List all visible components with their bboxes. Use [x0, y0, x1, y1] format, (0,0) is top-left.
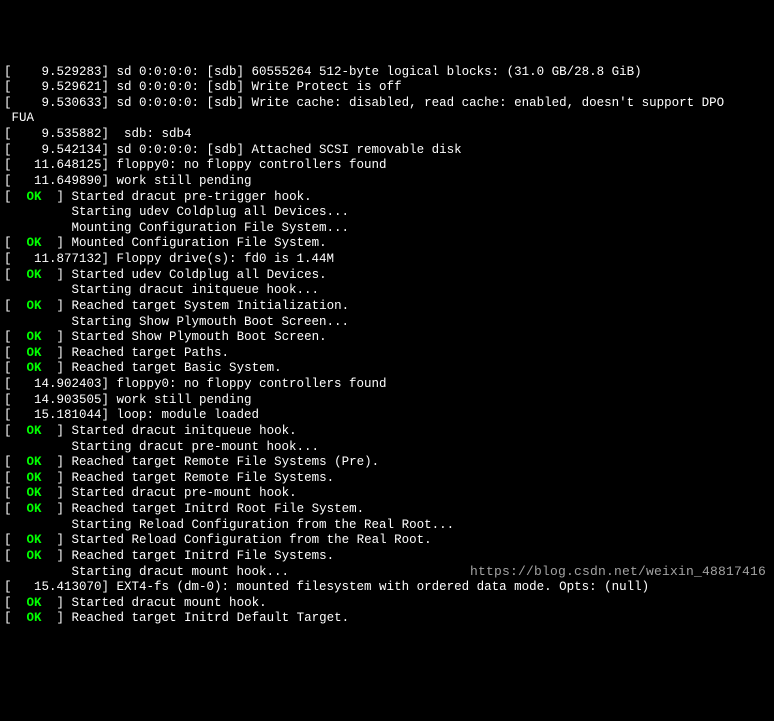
log-line: [ OK ] Started Reload Configuration from… — [4, 533, 770, 549]
log-line: [ OK ] Started dracut mount hook. — [4, 596, 770, 612]
ok-status: OK — [27, 361, 42, 375]
ok-status: OK — [27, 549, 42, 563]
log-line: [ 11.877132] Floppy drive(s): fd0 is 1.4… — [4, 252, 770, 268]
log-line: [ OK ] Started dracut initqueue hook. — [4, 424, 770, 440]
log-line: [ 9.542134] sd 0:0:0:0: [sdb] Attached S… — [4, 143, 770, 159]
log-line: Starting dracut pre-mount hook... — [4, 440, 770, 456]
log-line: [ OK ] Reached target Initrd Default Tar… — [4, 611, 770, 627]
log-line: [ OK ] Started dracut pre-trigger hook. — [4, 190, 770, 206]
log-line: [ OK ] Reached target Basic System. — [4, 361, 770, 377]
log-line: [ OK ] Mounted Configuration File System… — [4, 236, 770, 252]
ok-status: OK — [27, 502, 42, 516]
watermark-text: https://blog.csdn.net/weixin_48817416 — [470, 564, 766, 580]
ok-status: OK — [27, 268, 42, 282]
ok-status: OK — [27, 424, 42, 438]
ok-status: OK — [27, 330, 42, 344]
ok-status: OK — [27, 596, 42, 610]
boot-log-terminal: [ 9.529283] sd 0:0:0:0: [sdb] 60555264 5… — [4, 65, 770, 628]
log-line: [ 15.181044] loop: module loaded — [4, 408, 770, 424]
log-line: [ 14.903505] work still pending — [4, 393, 770, 409]
log-line: [ OK ] Started dracut pre-mount hook. — [4, 486, 770, 502]
ok-status: OK — [27, 346, 42, 360]
log-line: [ 14.902403] floppy0: no floppy controll… — [4, 377, 770, 393]
log-line: [ 9.529621] sd 0:0:0:0: [sdb] Write Prot… — [4, 80, 770, 96]
log-line: [ OK ] Reached target Initrd File System… — [4, 549, 770, 565]
log-line: [ OK ] Reached target Remote File System… — [4, 455, 770, 471]
ok-status: OK — [27, 533, 42, 547]
log-line: [ 9.535882] sdb: sdb4 — [4, 127, 770, 143]
log-line: Starting dracut initqueue hook... — [4, 283, 770, 299]
log-line: [ OK ] Reached target System Initializat… — [4, 299, 770, 315]
log-line: [ 11.648125] floppy0: no floppy controll… — [4, 158, 770, 174]
ok-status: OK — [27, 471, 42, 485]
log-line: [ OK ] Reached target Initrd Root File S… — [4, 502, 770, 518]
log-line: [ 9.530633] sd 0:0:0:0: [sdb] Write cach… — [4, 96, 770, 112]
log-line: [ OK ] Started udev Coldplug all Devices… — [4, 268, 770, 284]
log-line: Starting Reload Configuration from the R… — [4, 518, 770, 534]
log-line: [ 11.649890] work still pending — [4, 174, 770, 190]
ok-status: OK — [27, 299, 42, 313]
log-line: Mounting Configuration File System... — [4, 221, 770, 237]
log-line: Starting Show Plymouth Boot Screen... — [4, 315, 770, 331]
log-line: Starting udev Coldplug all Devices... — [4, 205, 770, 221]
ok-status: OK — [27, 190, 42, 204]
log-line: [ 9.529283] sd 0:0:0:0: [sdb] 60555264 5… — [4, 65, 770, 81]
ok-status: OK — [27, 236, 42, 250]
log-line: [ OK ] Reached target Remote File System… — [4, 471, 770, 487]
ok-status: OK — [27, 455, 42, 469]
ok-status: OK — [27, 486, 42, 500]
ok-status: OK — [27, 611, 42, 625]
log-line: [ OK ] Reached target Paths. — [4, 346, 770, 362]
log-line: FUA — [4, 111, 770, 127]
log-line: [ 15.413070] EXT4-fs (dm-0): mounted fil… — [4, 580, 770, 596]
log-line: [ OK ] Started Show Plymouth Boot Screen… — [4, 330, 770, 346]
